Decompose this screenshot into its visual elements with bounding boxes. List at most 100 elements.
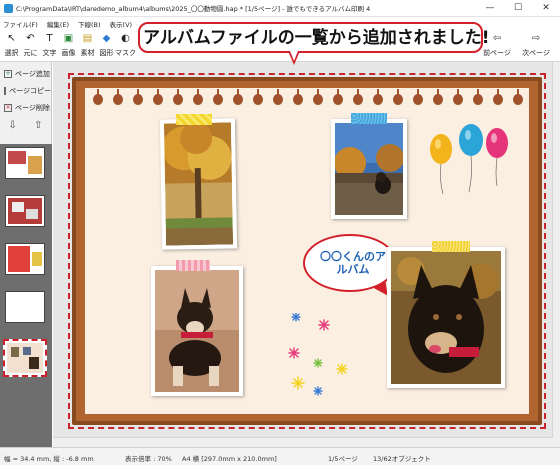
app-icon bbox=[4, 3, 13, 13]
binder-ring bbox=[412, 89, 424, 106]
page-sidebar: + ページ追加 ページコピー × ページ削除 ⇩ ⇧ bbox=[0, 62, 52, 447]
confetti-decoration[interactable] bbox=[282, 313, 354, 397]
vertical-scrollbar[interactable] bbox=[552, 62, 560, 447]
photo-dog-lying[interactable] bbox=[151, 266, 243, 396]
add-page-label: ページ追加 bbox=[15, 69, 50, 78]
page-thumbnail[interactable] bbox=[5, 243, 45, 275]
undo-icon: ↶ bbox=[26, 33, 35, 44]
callout-text: 〇〇くんのアルバム bbox=[320, 250, 386, 276]
yellow-dot-tape-sticker bbox=[432, 241, 470, 252]
binder-ring bbox=[392, 89, 404, 106]
status-paper-size: A4 横 [297.0mm x 210.0mm] bbox=[182, 455, 277, 463]
yellow-tape-sticker bbox=[176, 114, 212, 125]
material-tool[interactable]: ▤ 素材 bbox=[78, 30, 97, 62]
status-page: 1/5ページ bbox=[328, 455, 358, 463]
mask-tool-label: マスク bbox=[115, 49, 136, 57]
binder-ring bbox=[272, 89, 284, 106]
mask-icon: ◐ bbox=[121, 33, 130, 44]
material-tool-label: 素材 bbox=[80, 49, 95, 57]
delete-page-label: ページ削除 bbox=[15, 103, 50, 112]
binder-ring bbox=[472, 89, 484, 106]
menu-view[interactable]: 表示(V) bbox=[110, 19, 133, 29]
next-page-label: 次ページ bbox=[522, 49, 550, 57]
binder-ring bbox=[192, 89, 204, 106]
cursor-icon: ↖ bbox=[7, 33, 16, 44]
shape-icon: ◆ bbox=[102, 33, 111, 44]
minimize-button[interactable]: — bbox=[476, 0, 504, 17]
mask-tool[interactable]: ◐ マスク bbox=[115, 30, 136, 62]
menu-edit[interactable]: 編集(E) bbox=[47, 19, 69, 29]
status-zoom: 表示倍率 : 70% bbox=[125, 455, 172, 463]
copy-page-icon bbox=[4, 86, 7, 95]
page-thumbnail[interactable] bbox=[5, 147, 45, 179]
move-up-icon[interactable]: ⇧ bbox=[34, 120, 42, 131]
left-arrow-icon: ⇦ bbox=[492, 33, 502, 44]
menu-underline[interactable]: 下線(B) bbox=[78, 19, 101, 29]
shape-tool[interactable]: ◆ 図形 bbox=[97, 30, 116, 62]
move-down-icon[interactable]: ⇩ bbox=[9, 120, 17, 131]
binder-ring bbox=[332, 89, 344, 106]
copy-page-label: ページコピー bbox=[9, 86, 51, 95]
text-icon: T bbox=[46, 33, 53, 44]
prev-page-label: 前ページ bbox=[483, 49, 511, 57]
binder-ring bbox=[352, 89, 364, 106]
photo-autumn-tree[interactable] bbox=[159, 118, 238, 250]
binder-ring bbox=[292, 89, 304, 106]
binder-ring bbox=[372, 89, 384, 106]
menu-file[interactable]: ファイル(F) bbox=[3, 19, 38, 29]
status-bar: 幅 = 34.4 mm, 縦 : -6.8 mm 表示倍率 : 70% A4 横… bbox=[0, 447, 560, 465]
shape-tool-label: 図形 bbox=[99, 49, 114, 57]
binder-ring bbox=[432, 89, 444, 106]
image-tool-label: 画像 bbox=[61, 49, 76, 57]
photo-dog-park[interactable] bbox=[331, 119, 407, 219]
binder-ring bbox=[172, 89, 184, 106]
page-move-controls: ⇩ ⇧ bbox=[0, 116, 51, 134]
blue-tape-sticker bbox=[351, 113, 387, 124]
page-thumbnail[interactable] bbox=[5, 291, 45, 323]
material-icon: ▤ bbox=[82, 33, 93, 44]
binder-ring bbox=[452, 89, 464, 106]
binder-ring bbox=[212, 89, 224, 106]
binder-ring bbox=[132, 89, 144, 106]
binder-ring bbox=[152, 89, 164, 106]
image-tool[interactable]: ▣ 画像 bbox=[59, 30, 78, 62]
dog-lying-image bbox=[155, 270, 239, 392]
page-thumbnail[interactable] bbox=[5, 195, 45, 227]
binder-ring bbox=[112, 89, 124, 106]
undo-tool[interactable]: ↶ 元に bbox=[21, 30, 40, 62]
page-thumbnail-selected[interactable] bbox=[3, 339, 47, 377]
binder-ring bbox=[512, 89, 524, 106]
pink-tape-sticker bbox=[176, 260, 210, 271]
binder-ring bbox=[92, 89, 104, 106]
add-page-button[interactable]: + ページ追加 bbox=[0, 65, 51, 82]
banner-tail-inner bbox=[290, 51, 298, 61]
close-button[interactable]: ✕ bbox=[532, 0, 560, 17]
status-objects: 13/62オブジェクト bbox=[373, 455, 431, 463]
photo-dog-closeup[interactable] bbox=[387, 247, 505, 388]
page-thumbnail-list bbox=[0, 144, 52, 447]
dog-park-image bbox=[335, 123, 403, 215]
window-title: C:\ProgramData\IRT\daredemo_album4\album… bbox=[16, 5, 371, 13]
autumn-tree-image bbox=[163, 122, 234, 246]
add-page-icon: + bbox=[4, 69, 12, 78]
undo-tool-label: 元に bbox=[23, 49, 38, 57]
binder-ring bbox=[252, 89, 264, 106]
binder-ring bbox=[232, 89, 244, 106]
right-arrow-icon: ⇨ bbox=[531, 33, 541, 44]
status-dimensions: 幅 = 34.4 mm, 縦 : -6.8 mm bbox=[4, 455, 94, 463]
select-tool-label: 選択 bbox=[4, 49, 19, 57]
copy-page-button[interactable]: ページコピー bbox=[0, 82, 51, 99]
image-icon: ▣ bbox=[63, 33, 74, 44]
dog-closeup-image bbox=[391, 251, 501, 384]
next-page-button[interactable]: ⇨ 次ページ bbox=[518, 30, 554, 62]
select-tool[interactable]: ↖ 選択 bbox=[2, 30, 21, 62]
banner-text: アルバムファイルの一覧から追加されました! bbox=[143, 28, 490, 48]
horizontal-scrollbar[interactable] bbox=[53, 437, 553, 447]
text-tool-label: 文字 bbox=[42, 49, 57, 57]
delete-page-button[interactable]: × ページ削除 bbox=[0, 99, 51, 116]
binder-ring bbox=[312, 89, 324, 106]
delete-page-icon: × bbox=[4, 103, 12, 112]
balloons-decoration[interactable] bbox=[425, 124, 515, 196]
maximize-button[interactable]: ☐ bbox=[504, 0, 532, 17]
text-tool[interactable]: T 文字 bbox=[40, 30, 59, 62]
